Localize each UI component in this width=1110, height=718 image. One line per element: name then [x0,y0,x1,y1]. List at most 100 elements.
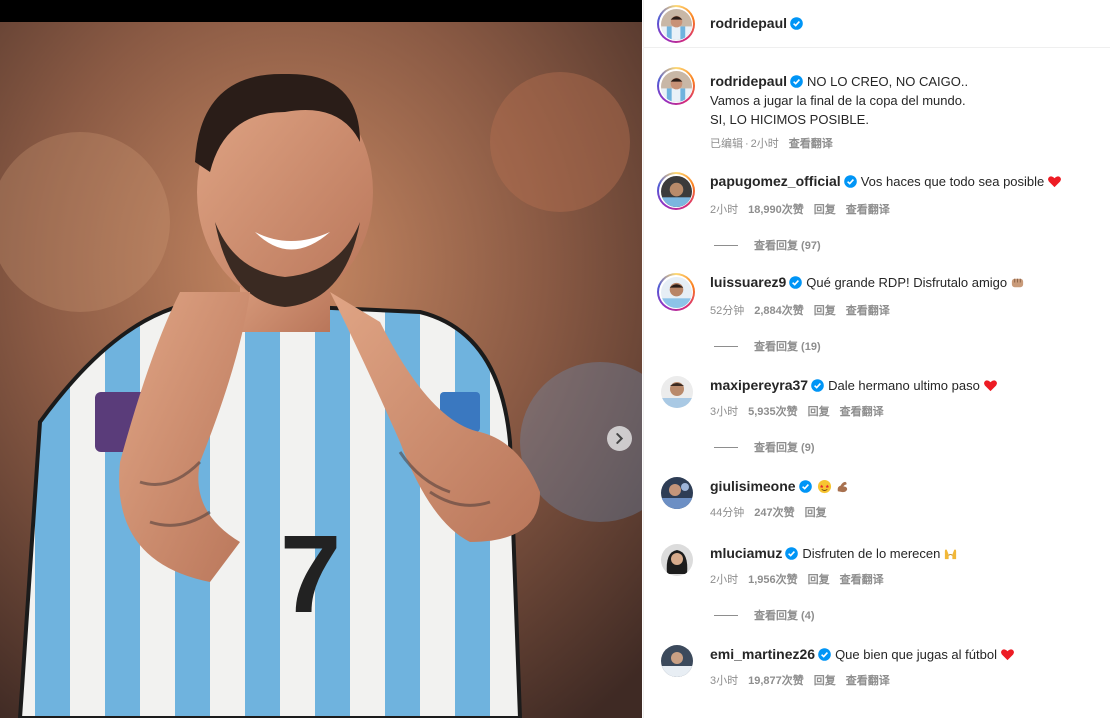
comment-likes[interactable]: 19,877次赞 [748,675,804,687]
comment-body: luissuarez9 Qué grande RDP! Disfrutalo am… [710,273,1025,292]
caption-line: NO LO CREO, NO CAIGO.. [807,74,969,89]
verified-badge-icon [811,379,824,392]
comment-username[interactable]: maxipereyra37 [710,377,808,393]
caption-line: Vamos a jugar la final de la copa del mu… [710,93,966,108]
avatar-image [661,376,693,408]
see-translation-link[interactable]: 查看翻译 [846,305,890,317]
comment-text: Que bien que jugas al fútbol [835,647,997,662]
more-options-icon[interactable]: ⋮ [1105,10,1110,34]
reply-button[interactable]: 回复 [814,305,836,317]
comment-username[interactable]: luissuarez9 [710,274,786,290]
chevron-right-icon [616,433,624,444]
avatar-image [661,477,693,509]
avatar-image [660,276,692,308]
view-replies-label: 查看回复 (4) [754,610,815,622]
comment-time[interactable]: 2小时 [710,574,738,586]
comment-time[interactable]: 3小时 [710,406,738,418]
comment-meta: 2小时 18,990次赞 回复 查看翻译 [710,201,900,217]
verified-badge-icon [785,547,799,560]
comment-time[interactable]: 52分钟 [710,305,744,317]
comment-meta: 2小时 1,956次赞 回复 查看翻译 [710,571,894,587]
view-replies-label: 查看回复 (97) [754,240,821,252]
caption-author-avatar[interactable] [657,67,695,105]
comment-avatar[interactable] [657,172,695,210]
comment-avatar[interactable] [661,645,693,677]
verified-badge-icon [790,17,803,30]
comment-likes[interactable]: 247次赞 [754,507,794,519]
verified-badge-icon [790,75,803,88]
red-heart-icon [1000,647,1015,662]
see-translation-link[interactable]: 查看翻译 [840,406,884,418]
see-translation-link[interactable]: 查看翻译 [840,574,884,586]
photo-top-bar [0,0,642,22]
avatar-image [660,8,692,40]
reply-button[interactable]: 回复 [814,204,836,216]
comment-body: papugomez_official Vos haces que todo sea… [710,172,1062,191]
reply-button[interactable]: 回复 [805,507,827,519]
avatar-image [661,544,693,576]
see-translation-link[interactable]: 查看翻译 [789,138,833,150]
next-photo-button[interactable] [607,426,632,451]
comment-avatar[interactable] [661,376,693,408]
reply-button[interactable]: 回复 [808,406,830,418]
edited-label: 已编辑 [710,138,743,150]
comment-likes[interactable]: 1,956次赞 [748,574,798,586]
reply-button[interactable]: 回复 [808,574,830,586]
comment-username[interactable]: emi_martinez26 [710,646,815,662]
comment-time[interactable]: 2小时 [710,204,738,216]
author-avatar[interactable] [657,5,695,43]
comment-meta: 3小时 19,877次赞 回复 查看翻译 [710,672,900,688]
view-replies-label: 查看回复 (9) [754,442,815,454]
view-replies-button[interactable]: 查看回复 (4) [714,607,815,623]
caption-meta: 已编辑 · 2小时 查看翻译 [710,138,833,150]
verified-badge-icon [818,648,831,661]
comment-text: Qué grande RDP! Disfrutalo amigo [806,275,1008,290]
svg-text:7: 7 [280,513,341,636]
comment-meta: 44分钟 247次赞 回复 [710,504,837,520]
comment-avatar[interactable] [661,477,693,509]
comments-panel: rodridepaul ⋮ rodridepaul NO LO CREO, NO … [643,0,1110,718]
comment-avatar[interactable] [657,273,695,311]
comment-meta: 52分钟 2,884次赞 回复 查看翻译 [710,302,900,318]
see-translation-link[interactable]: 查看翻译 [846,204,890,216]
reply-button[interactable]: 回复 [814,675,836,687]
comment-username[interactable]: mluciamuz [710,545,782,561]
avatar-image [661,645,693,677]
caption-time[interactable]: 2小时 [751,138,779,150]
caption-line: SI, LO HICIMOS POSIBLE. [710,112,869,127]
star-struck-icon [817,479,832,494]
avatar-image [660,175,692,207]
post-photo-panel: 7 [0,0,642,718]
comment-meta: 3小时 5,935次赞 回复 查看翻译 [710,403,894,419]
avatar-image [660,70,692,102]
comment-likes[interactable]: 18,990次赞 [748,204,804,216]
view-replies-label: 查看回复 (19) [754,341,821,353]
comment-body: maxipereyra37 Dale hermano ultimo paso [710,376,998,395]
post-header: rodridepaul ⋮ [644,0,1110,48]
view-replies-button[interactable]: 查看回复 (19) [714,338,821,354]
author-username[interactable]: rodridepaul [710,15,787,31]
post-caption: rodridepaul NO LO CREO, NO CAIGO.. Vamos … [710,72,1100,154]
fist-bump-icon [1010,275,1025,290]
flexed-biceps-icon [835,479,850,494]
comment-text: Dale hermano ultimo paso [828,378,980,393]
comment-time[interactable]: 3小时 [710,675,738,687]
verified-badge-icon [798,480,812,493]
see-translation-link[interactable]: 查看翻译 [846,675,890,687]
view-replies-button[interactable]: 查看回复 (9) [714,439,815,455]
verified-badge-icon [789,276,803,289]
red-heart-icon [1047,174,1062,189]
comment-text: Vos haces que todo sea posible [860,174,1045,189]
comment-body: emi_martinez26 Que bien que jugas al fútb… [710,645,1015,664]
raising-hands-icon [943,546,958,561]
caption-username[interactable]: rodridepaul [710,73,787,89]
view-replies-button[interactable]: 查看回复 (97) [714,237,821,253]
comment-username[interactable]: papugomez_official [710,173,841,189]
comment-likes[interactable]: 5,935次赞 [748,406,798,418]
comment-body: mluciamuz Disfruten de lo merecen [710,544,958,563]
comment-username[interactable]: giulisimeone [710,478,796,494]
comment-likes[interactable]: 2,884次赞 [754,305,804,317]
post-photo[interactable]: 7 [0,22,642,718]
comment-time[interactable]: 44分钟 [710,507,744,519]
comment-avatar[interactable] [661,544,693,576]
